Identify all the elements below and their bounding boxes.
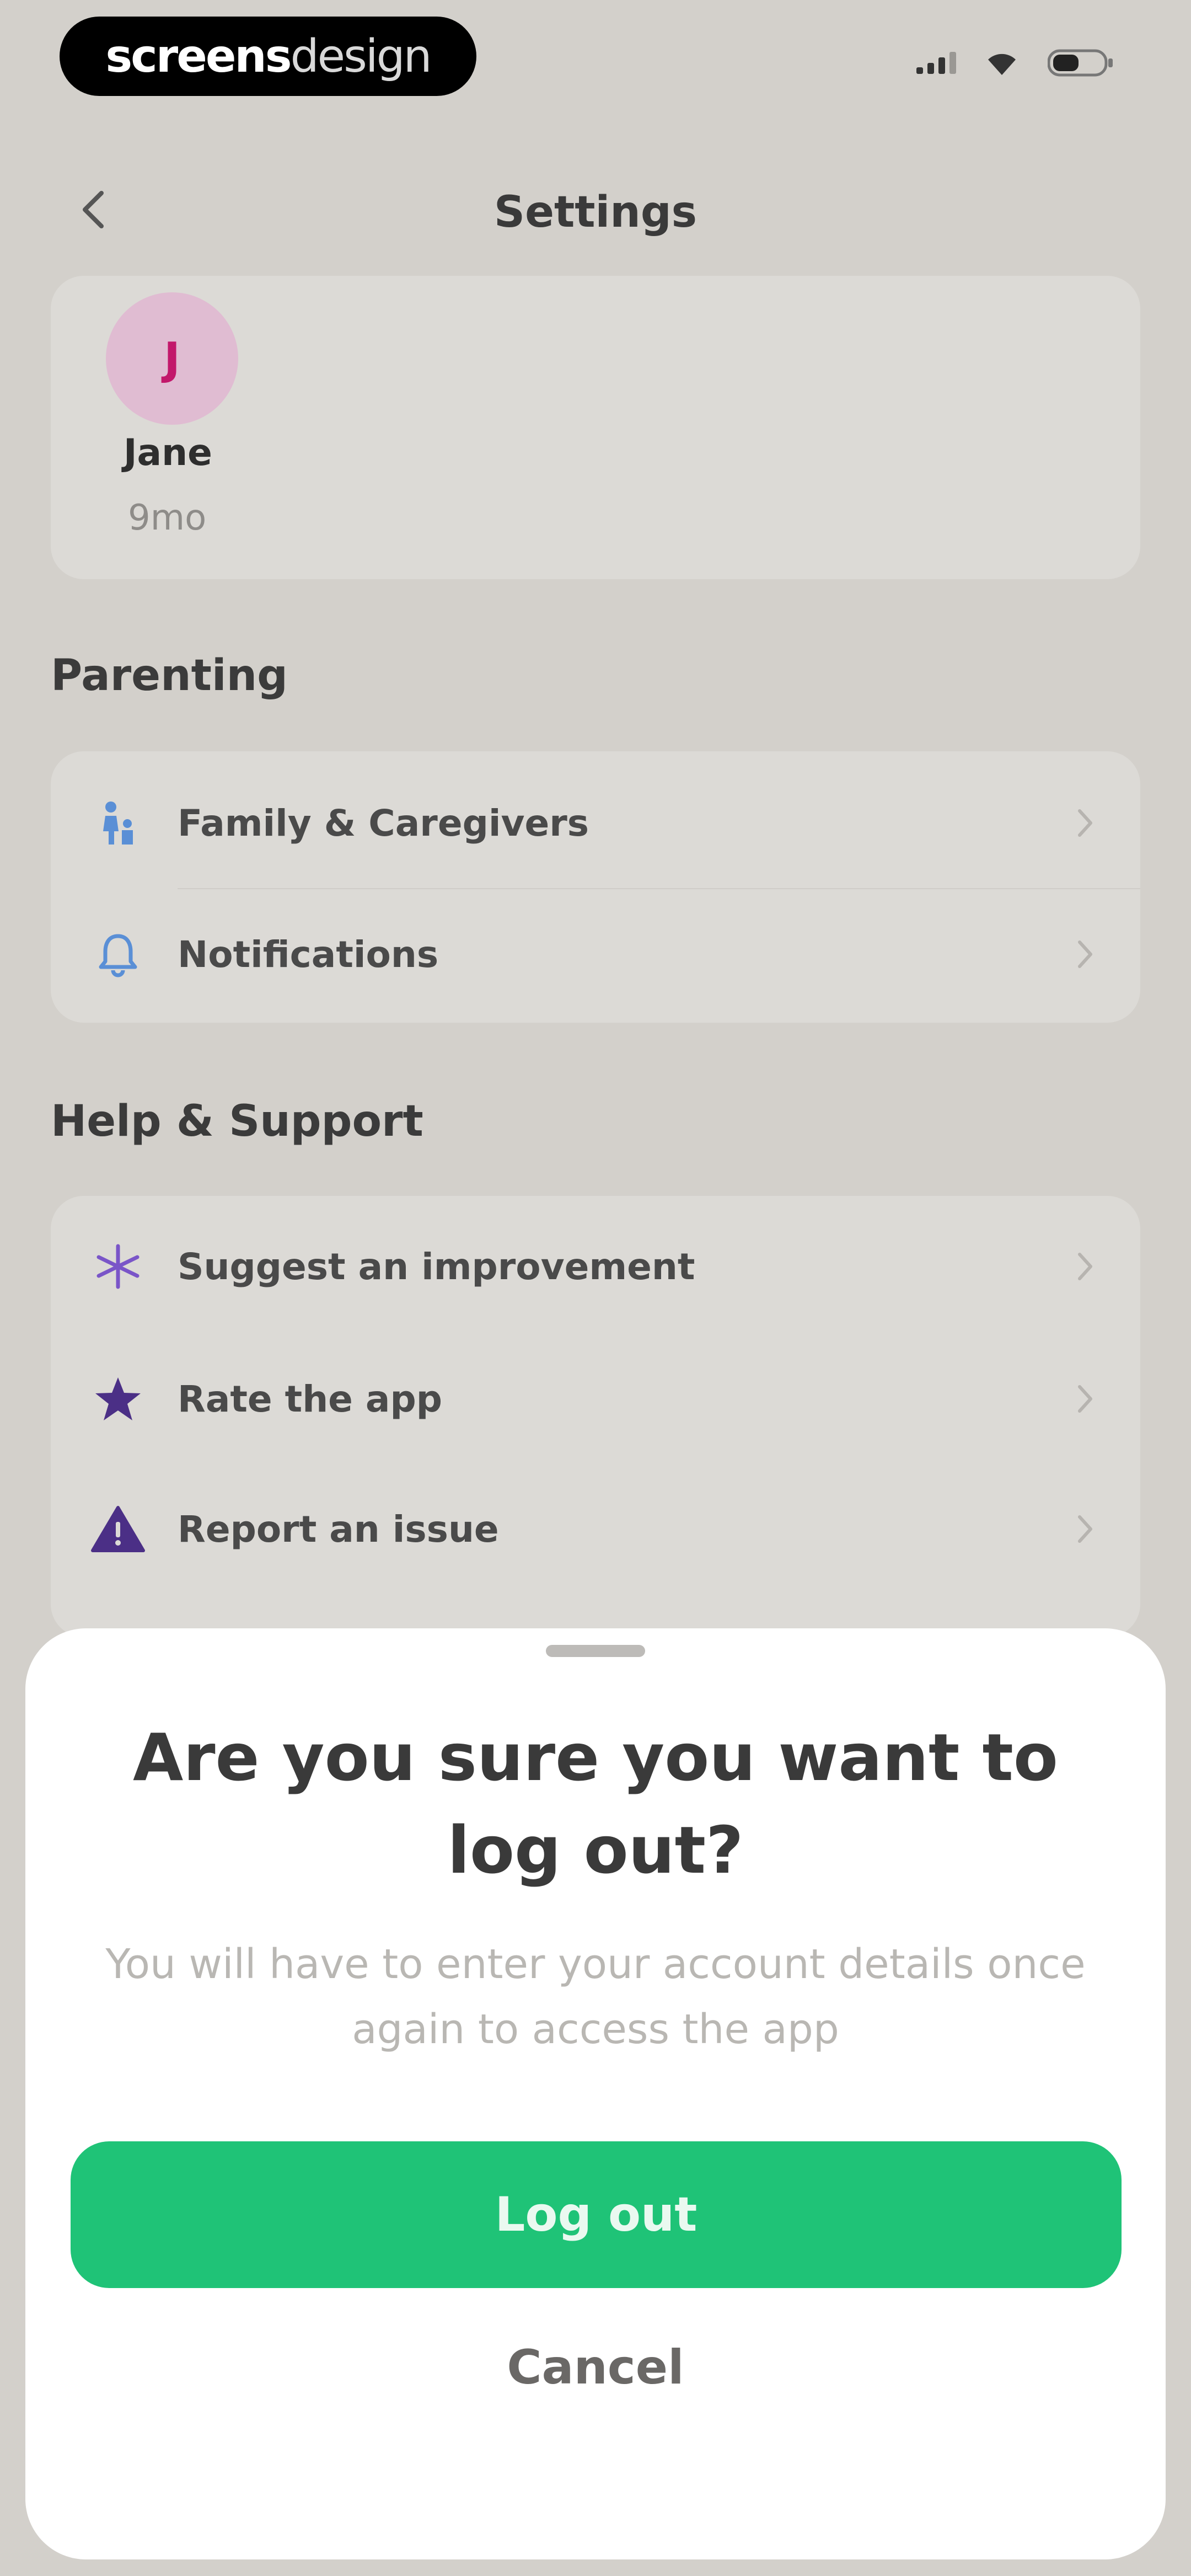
parenting-card: Family & Caregivers Notifications	[51, 751, 1140, 1023]
chevron-right-icon	[1063, 801, 1107, 845]
star-icon	[90, 1371, 146, 1426]
settings-item-suggest-improvement[interactable]: Suggest an improvement	[51, 1201, 1140, 1332]
sheet-title: Are you sure you want to log out?	[133, 1719, 1058, 1888]
settings-item-report-issue[interactable]: Report an issue	[51, 1464, 1140, 1594]
family-icon	[90, 795, 146, 851]
settings-item-family-caregivers[interactable]: Family & Caregivers	[51, 758, 1140, 888]
settings-item-label: Family & Caregivers	[178, 801, 589, 845]
bell-icon	[90, 927, 146, 982]
settings-item-label: Report an issue	[178, 1508, 499, 1551]
avatar-initial: J	[164, 333, 180, 384]
chevron-right-icon	[1063, 1377, 1107, 1421]
sheet-description: You will have to enter your account deta…	[105, 1941, 1086, 2053]
section-label-help-support: Help & Support	[51, 1097, 423, 1146]
chevron-right-icon	[1063, 1507, 1107, 1551]
page-title: Settings	[493, 188, 698, 237]
wifi-icon	[986, 51, 1018, 75]
settings-item-notifications[interactable]: Notifications	[51, 889, 1140, 1019]
signal-icon	[916, 52, 956, 74]
section-label-parenting: Parenting	[51, 651, 288, 701]
help-support-card: Suggest an improvement Rate the app Repo…	[51, 1196, 1140, 1637]
cancel-button[interactable]: Cancel	[411, 2312, 780, 2423]
profile-card[interactable]: J Jane 9mo	[51, 276, 1140, 579]
status-icons	[916, 49, 1114, 77]
avatar: J	[106, 292, 238, 425]
sparkle-icon	[90, 1239, 146, 1294]
settings-item-label: Rate the app	[178, 1377, 442, 1420]
profile-age: 9mo	[128, 498, 207, 538]
brand-light: design	[290, 30, 432, 83]
battery-icon	[1048, 49, 1114, 77]
settings-screen: screens design Settings J Jane 9mo Paren…	[0, 0, 1191, 2576]
settings-item-label: Suggest an improvement	[178, 1245, 695, 1288]
logout-confirmation-sheet: Are you sure you want to log out? You wi…	[25, 1628, 1166, 2559]
brand-watermark: screens design	[60, 17, 476, 96]
log-out-button[interactable]: Log out	[71, 2141, 1122, 2288]
chevron-right-icon	[1063, 1244, 1107, 1289]
sheet-drag-handle[interactable]	[546, 1645, 645, 1657]
settings-item-rate-app[interactable]: Rate the app	[51, 1334, 1140, 1464]
profile-name: Jane	[124, 431, 212, 474]
brand-bold: screens	[105, 30, 292, 83]
chevron-right-icon	[1063, 932, 1107, 976]
header: Settings	[0, 165, 1191, 254]
settings-item-label: Notifications	[178, 933, 439, 976]
warning-icon	[90, 1501, 146, 1557]
